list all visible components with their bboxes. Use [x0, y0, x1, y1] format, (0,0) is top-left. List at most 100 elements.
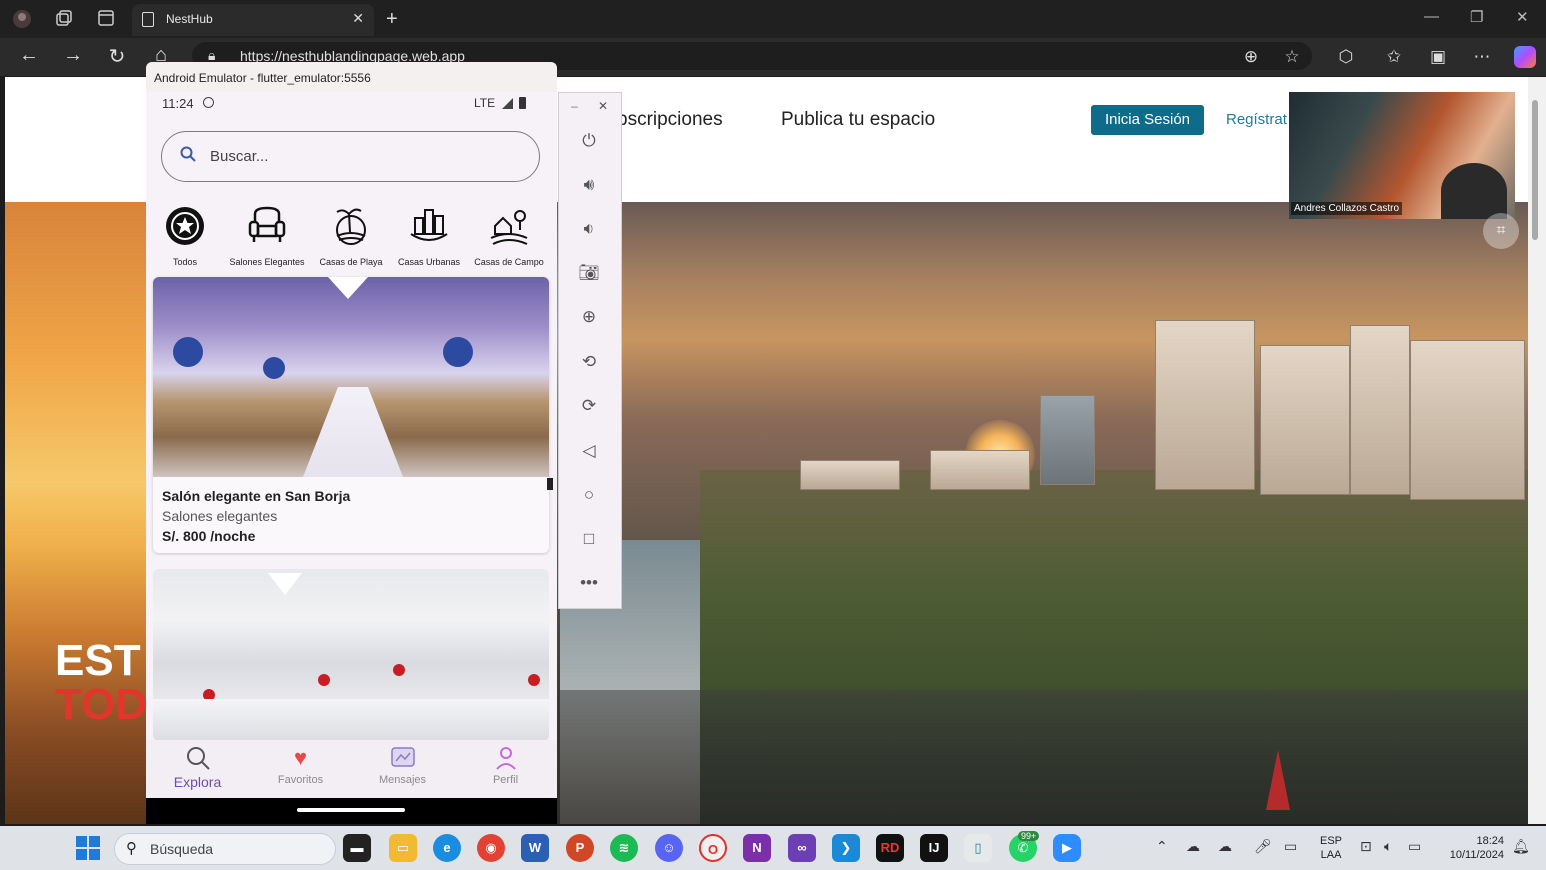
page-icon: [142, 12, 154, 27]
status-network: LTE: [474, 96, 496, 110]
word-icon[interactable]: W: [521, 834, 549, 862]
tab-close-icon[interactable]: ✕: [352, 10, 364, 27]
emulator-app-icon[interactable]: ▯: [964, 834, 992, 862]
start-icon[interactable]: [76, 836, 100, 860]
more-dots-icon[interactable]: •••: [576, 570, 602, 596]
network-icon[interactable]: ⊡: [1360, 838, 1372, 855]
category-casas-de-playa[interactable]: Casas de Playa: [309, 204, 393, 267]
taskbar-search-placeholder: Búsqueda: [150, 841, 214, 857]
powerpoint-icon[interactable]: P: [566, 834, 594, 862]
nav-perfil[interactable]: Perfil: [454, 745, 557, 786]
collections-icon[interactable]: ▣: [1427, 47, 1449, 67]
flower-arrangement: [443, 337, 473, 367]
taskbar-clock[interactable]: 18:24 10/11/2024: [1438, 834, 1504, 862]
power-icon[interactable]: ⏻: [576, 128, 602, 154]
building: [1410, 340, 1525, 500]
back-icon[interactable]: ←: [17, 44, 41, 67]
discord-icon[interactable]: ☺: [655, 834, 683, 862]
extensions-icon[interactable]: ⬡: [1335, 47, 1357, 67]
taskbar-search[interactable]: [114, 833, 336, 865]
category-casas-urbanas[interactable]: Casas Urbanas: [387, 204, 471, 267]
search-icon: ⚲: [126, 840, 137, 857]
battery-icon[interactable]: ▭: [1408, 838, 1421, 855]
edge-icon[interactable]: e: [433, 834, 461, 862]
emulator-title-bar[interactable]: Android Emulator - flutter_emulator:5556: [146, 62, 557, 92]
category-todos[interactable]: Todos: [143, 204, 227, 267]
nav-mensajes[interactable]: Mensajes: [351, 745, 454, 786]
opera-icon[interactable]: O: [699, 834, 727, 862]
listing-card[interactable]: Salón elegante en San Borja Salones eleg…: [153, 277, 549, 553]
building: [1040, 395, 1095, 485]
visual-search-icon[interactable]: ⌗: [1483, 213, 1519, 249]
countryside-icon: [490, 210, 528, 245]
login-button[interactable]: Inicia Sesión: [1091, 105, 1204, 135]
browser-tab[interactable]: NestHub ✕: [132, 4, 374, 36]
refresh-icon[interactable]: ↻: [105, 44, 129, 69]
camera-icon[interactable]: 📷︎: [576, 260, 602, 286]
search-icon: [180, 146, 196, 162]
nav-subscripciones[interactable]: bscripciones: [617, 109, 723, 131]
zoom-icon[interactable]: ⊕: [1240, 47, 1262, 67]
toolbar-minimize-icon[interactable]: –: [571, 99, 578, 113]
vscode-icon[interactable]: ❯: [832, 834, 860, 862]
minimize-icon[interactable]: —: [1424, 8, 1439, 25]
restore-icon[interactable]: ❐: [1470, 8, 1483, 26]
forward-icon[interactable]: →: [61, 44, 85, 67]
microphone-icon[interactable]: 🎤︎: [1254, 838, 1272, 855]
home-circle-icon[interactable]: ○: [576, 482, 602, 508]
gesture-handle[interactable]: [297, 808, 405, 812]
new-tab-icon[interactable]: +: [386, 8, 398, 31]
copilot-icon[interactable]: [1514, 46, 1536, 68]
rotate-left-icon[interactable]: ⟲: [576, 349, 602, 375]
building: [800, 460, 900, 490]
zoom-in-icon[interactable]: ⊕: [576, 304, 602, 330]
zoom-app-icon[interactable]: ▶: [1053, 834, 1081, 862]
file-explorer-icon[interactable]: ▭: [389, 834, 417, 862]
register-link[interactable]: Regístrat: [1226, 111, 1287, 128]
favorites-icon[interactable]: ✩: [1383, 47, 1405, 67]
overview-square-icon[interactable]: □: [576, 526, 602, 552]
task-view-icon[interactable]: ▬: [343, 834, 371, 862]
page-scroll-thumb[interactable]: [1532, 100, 1538, 240]
onenote-icon[interactable]: N: [743, 834, 771, 862]
volume-icon[interactable]: 🔈︎: [1384, 838, 1392, 855]
workspaces-icon[interactable]: [54, 9, 74, 29]
dnd-icon: [203, 97, 214, 108]
more-icon[interactable]: ⋯: [1471, 47, 1493, 67]
category-salones-elegantes[interactable]: Salones Elegantes: [225, 204, 309, 267]
nav-explora[interactable]: Explora: [146, 745, 249, 790]
nav-favoritos[interactable]: ♥ Favoritos: [249, 745, 352, 786]
category-label: Casas de Campo: [474, 257, 544, 267]
toolbar-close-icon[interactable]: ✕: [598, 99, 608, 113]
tray-expand-icon[interactable]: ⌃: [1156, 838, 1168, 855]
nav-label: Perfil: [492, 774, 519, 786]
jetbrains-icon[interactable]: IJ: [920, 834, 948, 862]
rider-icon[interactable]: RD: [876, 834, 904, 862]
onedrive-icon[interactable]: ☁: [1186, 838, 1200, 855]
cloud-sync-icon[interactable]: ☁: [1218, 838, 1232, 855]
heart-icon: ♥: [293, 745, 308, 770]
language-indicator[interactable]: ESP LAA: [1320, 834, 1342, 862]
profile-icon[interactable]: [12, 9, 32, 29]
category-label: Casas Urbanas: [397, 257, 461, 267]
search-icon: [146, 745, 249, 771]
chrome-icon[interactable]: ◉: [477, 834, 505, 862]
language-line1: ESP: [1320, 835, 1343, 847]
volume-down-icon[interactable]: 🔉︎: [576, 216, 602, 242]
nav-publica-tu-espacio[interactable]: Publica tu espacio: [781, 109, 935, 131]
spotify-icon[interactable]: ≋: [610, 834, 638, 862]
listing-card[interactable]: [153, 569, 549, 741]
search-placeholder: Buscar...: [210, 148, 269, 165]
favorite-icon[interactable]: ☆: [1281, 47, 1303, 67]
tab-actions-icon[interactable]: [96, 9, 116, 29]
message-icon: [351, 745, 454, 771]
category-casas-de-campo[interactable]: Casas de Campo: [467, 204, 551, 267]
rotate-right-icon[interactable]: ⟳: [576, 393, 602, 419]
back-triangle-icon[interactable]: ◁: [576, 438, 602, 464]
notifications-icon[interactable]: 🔔︎: [1512, 838, 1530, 855]
visual-studio-icon[interactable]: ∞: [788, 834, 816, 862]
display-icon[interactable]: ▭: [1284, 838, 1297, 855]
window-close-icon[interactable]: ✕: [1516, 8, 1529, 26]
building: [1155, 320, 1255, 490]
volume-up-icon[interactable]: 🔊︎: [576, 172, 602, 198]
